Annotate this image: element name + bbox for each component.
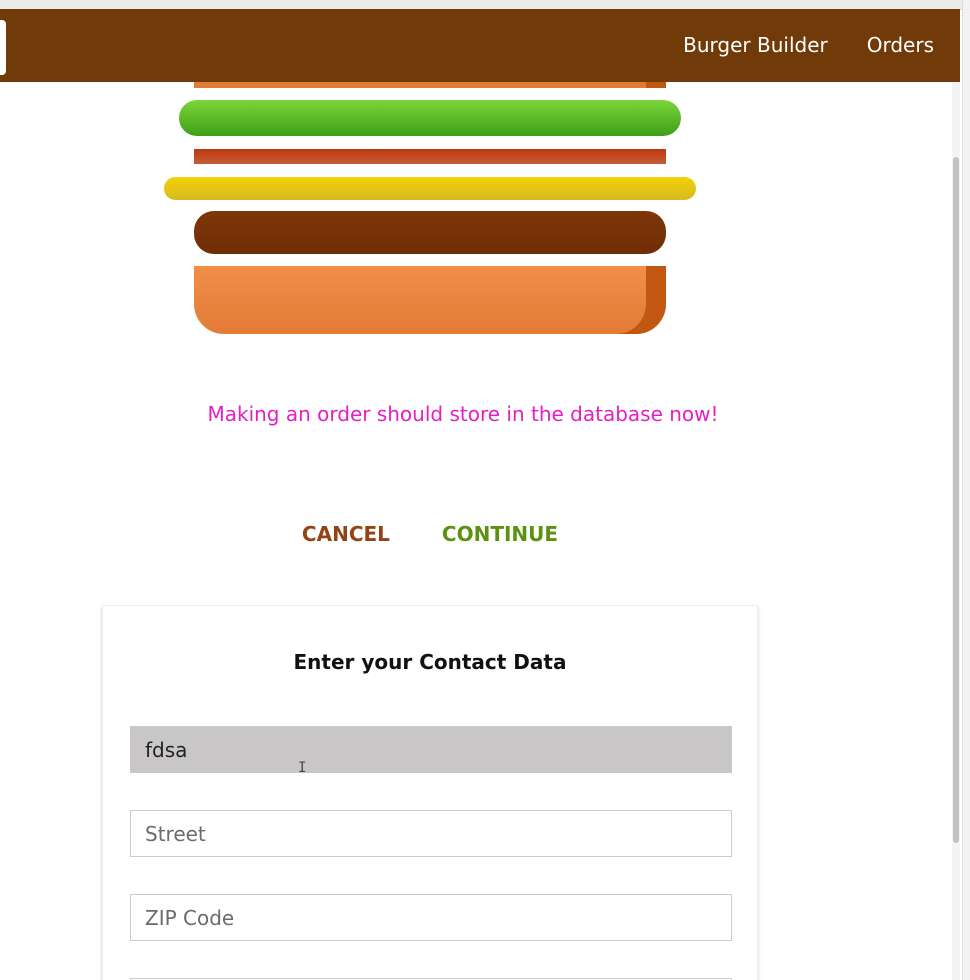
- scrollbar-thumb[interactable]: [953, 157, 959, 843]
- burger-meat: [194, 211, 666, 254]
- burger-bread-top: [194, 82, 666, 88]
- burger-salad: [179, 100, 681, 136]
- cancel-button[interactable]: CANCEL: [302, 522, 390, 546]
- street-input[interactable]: [130, 810, 732, 857]
- continue-button[interactable]: CONTINUE: [442, 522, 558, 546]
- app-viewport: Burger Builder Orders Making an order sh…: [0, 0, 970, 980]
- burger-cheese: [164, 177, 696, 200]
- navigation: Burger Builder Orders: [670, 9, 960, 82]
- burger-bacon: [194, 149, 666, 164]
- nav-item-orders[interactable]: Orders: [854, 9, 947, 82]
- order-actions: CANCEL CONTINUE: [0, 522, 860, 546]
- burger-bread-bottom: [194, 266, 666, 334]
- contact-form-title: Enter your Contact Data: [293, 650, 567, 674]
- logo[interactable]: [0, 20, 6, 75]
- nav-item-burger-builder[interactable]: Burger Builder: [670, 9, 841, 82]
- name-input[interactable]: [130, 726, 732, 773]
- zip-code-input[interactable]: [130, 894, 732, 941]
- order-status-message: Making an order should store in the data…: [207, 402, 719, 426]
- text-cursor-icon: I: [298, 760, 307, 776]
- toolbar: Burger Builder Orders: [0, 9, 960, 82]
- window-edge: [962, 0, 970, 980]
- contact-data-form: Enter your Contact Data I: [102, 605, 758, 980]
